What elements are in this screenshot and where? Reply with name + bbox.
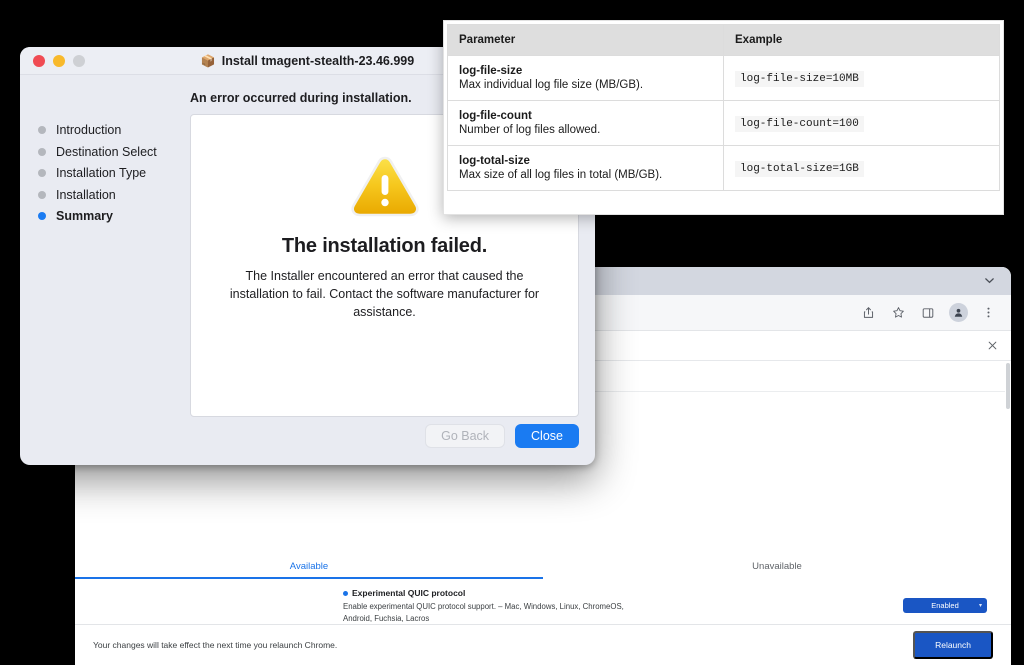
sidebar-item-label: Introduction [56,123,122,137]
sidebar-item-installation-type: Installation Type [38,166,190,180]
cell-example: log-file-size=10MB [723,55,1000,101]
flag-title: Experimental QUIC protocol [352,588,466,598]
scrollbar-thumb[interactable] [1006,363,1010,409]
column-header-parameter: Parameter [447,24,724,56]
parameter-description: Number of log files allowed. [459,124,601,136]
table-row: log-total-size Max size of all log files… [447,145,1000,191]
sidebar-item-introduction: Introduction [38,123,190,137]
parameter-description: Max size of all log files in total (MB/G… [459,169,663,181]
parameter-example: log-file-size=10MB [735,71,864,87]
flag-select-value: Enabled [931,601,959,610]
cell-example: log-total-size=1GB [723,145,1000,191]
installer-step-sidebar: Introduction Destination Select Installa… [20,75,190,465]
sidebar-item-label: Installation [56,187,116,202]
parameter-description: Max individual log file size (MB/GB). [459,79,644,91]
warning-triangle-icon [350,156,419,217]
go-back-button[interactable]: Go Back [425,424,506,448]
side-panel-icon[interactable] [915,300,941,326]
failure-description: The Installer encountered an error that … [229,269,540,320]
close-button[interactable]: Close [515,424,579,448]
step-dot-icon [38,169,46,177]
step-dot-icon [38,190,46,199]
cell-parameter: log-file-size Max individual log file si… [447,55,724,101]
screen-root: Reset all 116.0.5845.187 es, you could l… [0,0,1024,665]
chevron-down-icon[interactable] [984,275,995,286]
parameter-name: log-total-size [459,155,530,167]
tab-available[interactable]: Available [75,557,543,579]
table-body: log-file-size Max individual log file si… [447,55,1000,191]
sidebar-item-label: Destination Select [56,144,157,159]
tab-unavailable[interactable]: Unavailable [543,557,1011,579]
flag-modified-dot-icon [343,590,348,596]
flags-relaunch-footer: Your changes will take effect the next t… [75,624,1011,665]
step-dot-icon [38,126,46,134]
sidebar-item-destination-select: Destination Select [38,145,190,159]
cell-parameter: log-file-count Number of log files allow… [447,100,724,146]
flag-description: Enable experimental QUIC protocol suppor… [343,602,624,624]
relaunch-note: Your changes will take effect the next t… [93,640,338,650]
installer-action-buttons: Go Back Close [425,424,579,448]
flags-scrollbar[interactable] [1005,361,1011,664]
flags-tabs: Available Unavailable [75,557,1011,580]
close-icon[interactable] [988,340,997,352]
sidebar-item-label: Installation Type [56,166,147,180]
sidebar-item-label: Summary [56,209,113,223]
share-icon[interactable] [855,300,881,326]
page-title: Install tmagent-stealth-23.46.999 [221,53,415,68]
sidebar-item-installation: Installation [38,188,190,202]
profile-avatar-icon[interactable] [945,300,971,326]
relaunch-button[interactable]: Relaunch [913,631,993,659]
parameter-example: log-file-count=100 [735,116,864,132]
step-dot-icon [38,212,46,220]
table-head: Parameter Example [447,24,1000,56]
sidebar-item-summary: Summary [38,209,190,223]
avatar [948,303,968,322]
column-header-example: Example [723,24,1000,56]
chevron-down-icon: ▾ [978,603,982,609]
parameter-name: log-file-size [459,65,523,77]
parameter-example: log-total-size=1GB [735,161,864,177]
three-dot-menu-icon[interactable] [975,300,1001,326]
table-header-row: Parameter Example [447,24,1000,56]
flag-title-line: Experimental QUIC protocol [343,588,903,598]
parameter-table-card: Parameter Example log-file-size Max indi… [443,20,1004,215]
table-row: log-file-count Number of log files allow… [447,100,1000,146]
table-row: log-file-size Max individual log file si… [447,55,1000,101]
parameter-name: log-file-count [459,110,532,122]
package-icon: 📦 [200,53,216,68]
step-dot-icon [38,147,46,156]
parameter-table: Parameter Example log-file-size Max indi… [447,24,1000,191]
cell-example: log-file-count=100 [723,100,1000,146]
failure-title: The installation failed. [281,235,488,257]
bookmark-star-icon[interactable] [885,300,911,326]
cell-parameter: log-total-size Max size of all log files… [447,145,724,191]
flag-select-enable-quic[interactable]: Enabled ▾ [903,598,987,613]
